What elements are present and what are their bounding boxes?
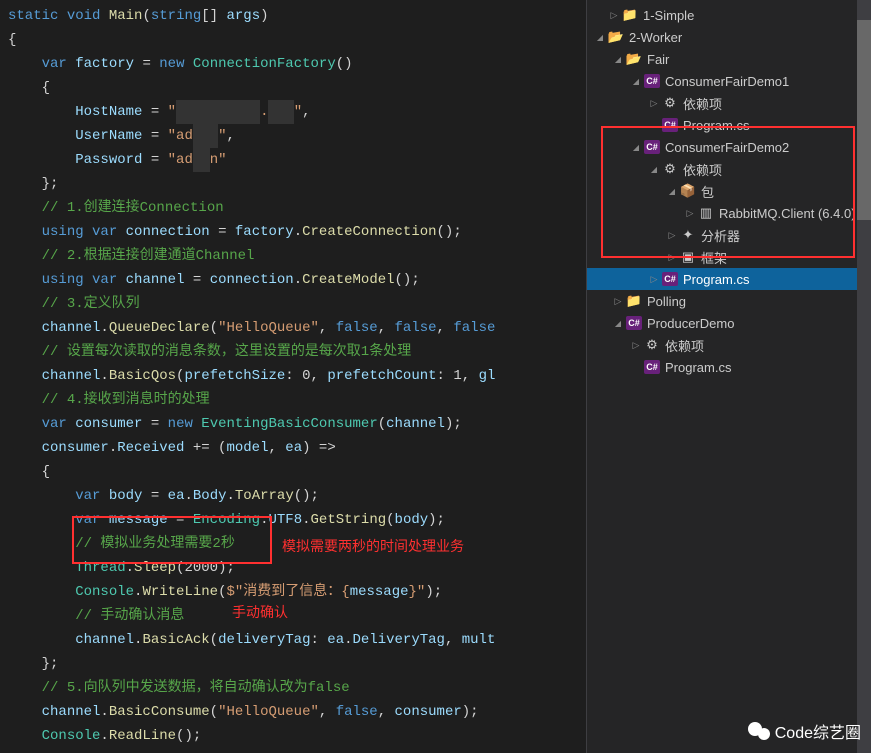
tree-item-producer[interactable]: C# ProducerDemo	[587, 312, 871, 334]
folder-open-icon: 📂	[607, 29, 625, 45]
tree-item-deps1[interactable]: ⚙ 依赖项	[587, 92, 871, 114]
tree-item-2-worker[interactable]: 📂 2-Worker	[587, 26, 871, 48]
tree-item-program3[interactable]: C# Program.cs	[587, 356, 871, 378]
tree-item-deps3[interactable]: ⚙ 依赖项	[587, 334, 871, 356]
tree-item-fair[interactable]: 📂 Fair	[587, 48, 871, 70]
tree-item-program1[interactable]: C# Program.cs	[587, 114, 871, 136]
tree-item-rabbitmq[interactable]: ▥ RabbitMQ.Client (6.4.0)	[587, 202, 871, 224]
csharp-icon: C#	[626, 316, 642, 330]
csharp-icon: C#	[662, 118, 678, 132]
nuget-icon: ▥	[697, 205, 715, 221]
csharp-icon: C#	[644, 360, 660, 374]
tree-item-1-simple[interactable]: 📁 1-Simple	[587, 4, 871, 26]
expand-icon[interactable]	[611, 318, 625, 329]
collapse-icon[interactable]	[629, 340, 643, 351]
csharp-icon: C#	[644, 140, 660, 154]
folder-icon: 📁	[621, 7, 639, 23]
collapse-icon[interactable]	[611, 296, 625, 307]
tree-item-consumerfairdemo1[interactable]: C# ConsumerFairDemo1	[587, 70, 871, 92]
analyzer-icon: ✦	[679, 227, 697, 243]
collapse-icon[interactable]	[683, 208, 697, 219]
expand-icon[interactable]	[629, 142, 643, 153]
annotation-1: 模拟需要两秒的时间处理业务	[282, 534, 464, 558]
collapse-icon[interactable]	[647, 274, 661, 285]
tree-item-deps2[interactable]: ⚙ 依赖项	[587, 158, 871, 180]
code-editor[interactable]: static void Main(string[] args) { var fa…	[0, 0, 586, 753]
tree-item-analyzer[interactable]: ✦ 分析器	[587, 224, 871, 246]
tree-item-program2[interactable]: C# Program.cs	[587, 268, 871, 290]
collapse-icon[interactable]	[665, 252, 679, 263]
expand-icon[interactable]	[629, 76, 643, 87]
folder-icon: 📁	[625, 293, 643, 309]
dependencies-icon: ⚙	[661, 95, 679, 111]
dependencies-icon: ⚙	[643, 337, 661, 353]
annotation-2: 手动确认	[232, 600, 288, 624]
expand-icon[interactable]	[665, 186, 679, 197]
expand-icon[interactable]	[593, 32, 607, 43]
sidebar-scrollbar[interactable]	[857, 0, 871, 753]
tree-item-packages[interactable]: 📦 包	[587, 180, 871, 202]
dependencies-icon: ⚙	[661, 161, 679, 177]
collapse-icon[interactable]	[665, 230, 679, 241]
csharp-icon: C#	[644, 74, 660, 88]
package-icon: 📦	[679, 183, 697, 199]
collapse-icon[interactable]	[607, 10, 621, 21]
wechat-icon	[747, 721, 771, 741]
folder-open-icon: 📂	[625, 51, 643, 67]
csharp-icon: C#	[662, 272, 678, 286]
solution-explorer[interactable]: 📁 1-Simple 📂 2-Worker 📂 Fair C# Consumer…	[586, 0, 871, 753]
expand-icon[interactable]	[611, 54, 625, 65]
collapse-icon[interactable]	[647, 98, 661, 109]
framework-icon: ▣	[679, 249, 697, 265]
tree-item-polling[interactable]: 📁 Polling	[587, 290, 871, 312]
watermark: Code综艺圈	[747, 719, 861, 743]
expand-icon[interactable]	[647, 164, 661, 175]
tree-item-framework[interactable]: ▣ 框架	[587, 246, 871, 268]
tree-item-consumerfairdemo2[interactable]: C# ConsumerFairDemo2	[587, 136, 871, 158]
highlight-box-1	[72, 516, 272, 564]
